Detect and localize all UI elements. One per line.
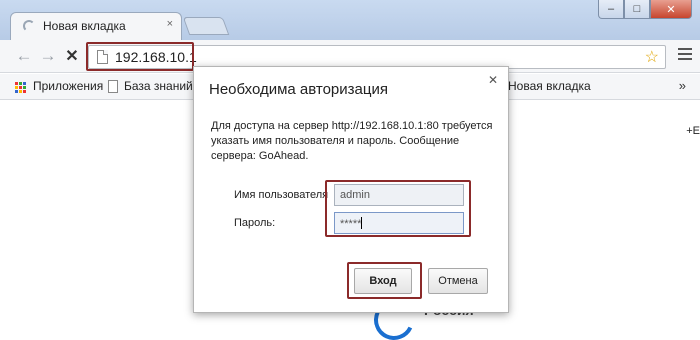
stop-loading-icon[interactable]: ✕ <box>62 46 82 66</box>
cancel-button[interactable]: Отмена <box>428 268 488 294</box>
menu-icon[interactable] <box>678 48 692 63</box>
bookmark-star-icon[interactable]: ☆ <box>645 47 659 67</box>
tab-title: Новая вкладка <box>43 19 126 33</box>
bookmarks-more-icon[interactable]: » <box>679 78 686 93</box>
dialog-title: Необходима авторизация <box>209 81 388 98</box>
loading-spinner-icon <box>23 20 35 32</box>
dialog-close-icon[interactable]: ✕ <box>488 73 498 87</box>
dialog-message: Для доступа на сервер http://192.168.10.… <box>211 120 493 162</box>
back-arrow-icon[interactable]: ← <box>14 46 34 66</box>
page-side-text: +E <box>686 125 700 137</box>
maximize-button[interactable]: □ <box>624 0 650 19</box>
bookmark-item[interactable]: Новая вкладка <box>508 79 591 93</box>
fields-highlight-frame <box>325 180 471 237</box>
window-controls: – □ ✕ <box>598 0 692 20</box>
window-close-button[interactable]: ✕ <box>650 0 692 19</box>
bookmark-page-icon <box>108 80 118 93</box>
browser-tab[interactable]: Новая вкладка × <box>10 12 182 40</box>
login-highlight-frame <box>347 262 422 299</box>
apps-grid-icon[interactable] <box>15 82 26 93</box>
window-titlebar: Новая вкладка × – □ ✕ <box>0 0 700 40</box>
minimize-button[interactable]: – <box>598 0 624 19</box>
username-label: Имя пользователя <box>234 189 329 201</box>
bookmark-apps[interactable]: Приложения <box>33 79 103 93</box>
url-highlight-frame <box>86 42 194 71</box>
password-label: Пароль: <box>234 217 276 229</box>
forward-arrow-icon[interactable]: → <box>38 46 58 66</box>
new-tab-button[interactable] <box>182 17 230 35</box>
tab-close-icon[interactable]: × <box>167 18 173 30</box>
